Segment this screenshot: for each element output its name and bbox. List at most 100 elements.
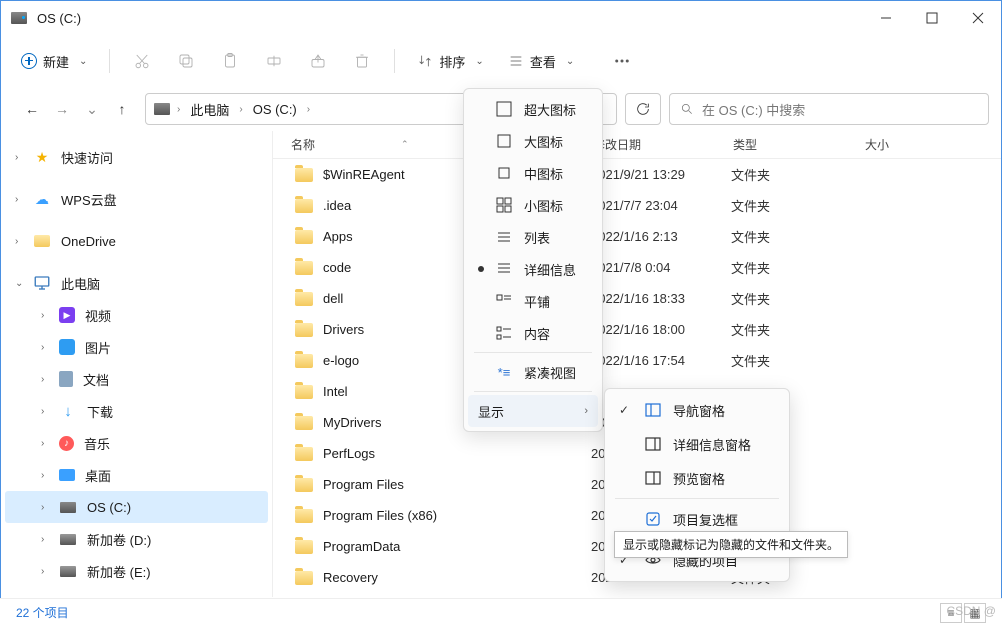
forward-button[interactable]: →: [53, 101, 71, 117]
breadcrumb-drive[interactable]: OS (C:): [250, 100, 300, 119]
col-date[interactable]: 修改日期: [593, 136, 733, 153]
chevron-right-icon[interactable]: ›: [15, 194, 27, 205]
chevron-down-icon[interactable]: ⌄: [15, 278, 27, 289]
table-row[interactable]: Drivers2022/1/16 18:00文件夹: [273, 314, 1001, 345]
more-button[interactable]: [602, 43, 642, 79]
file-type: 文件夹: [731, 320, 863, 339]
close-button[interactable]: [955, 1, 1001, 35]
delete-button[interactable]: [342, 43, 382, 79]
chevron-right-icon[interactable]: ›: [304, 104, 313, 115]
chevron-right-icon[interactable]: ›: [236, 104, 245, 115]
drive-icon: [154, 103, 170, 115]
file-date: 2022/1/16 17:54: [591, 353, 731, 368]
nav-pane-icon: [645, 402, 661, 418]
sidebar-item-os-c[interactable]: ›OS (C:): [5, 491, 268, 523]
pc-icon: [33, 274, 51, 292]
sidebar-item-this-pc[interactable]: ⌄ 此电脑: [1, 267, 272, 299]
desktop-icon: [59, 469, 75, 481]
menu-extra-large-icons[interactable]: 超大图标: [468, 93, 598, 125]
folder-icon: [295, 478, 313, 492]
watermark: CSDN @: [946, 604, 996, 618]
cut-button[interactable]: [122, 43, 162, 79]
breadcrumb-pc[interactable]: 此电脑: [187, 98, 232, 121]
share-button[interactable]: [298, 43, 338, 79]
paste-button[interactable]: [210, 43, 250, 79]
new-button[interactable]: 新建 ⌄: [11, 46, 97, 77]
search-input[interactable]: 在 OS (C:) 中搜索: [669, 93, 989, 125]
col-type[interactable]: 类型: [733, 136, 865, 153]
sidebar-item-videos[interactable]: ›▶视频: [1, 299, 272, 331]
details-pane-icon: [645, 436, 661, 452]
sidebar-item-music[interactable]: ›♪音乐: [1, 427, 272, 459]
menu-details-pane[interactable]: 详细信息窗格: [609, 427, 785, 461]
sort-caret-icon: ⌃: [401, 139, 409, 150]
file-type: 文件夹: [731, 258, 863, 277]
sidebar-item-documents[interactable]: ›文档: [1, 363, 272, 395]
col-size[interactable]: 大小: [865, 136, 1001, 153]
sidebar-item-desktop[interactable]: ›桌面: [1, 459, 272, 491]
view-button[interactable]: 查看 ⌄: [498, 46, 584, 77]
menu-nav-pane[interactable]: ✓导航窗格: [609, 393, 785, 427]
sidebar-item-pictures[interactable]: ›图片: [1, 331, 272, 363]
table-row[interactable]: Apps2022/1/16 2:13文件夹: [273, 221, 1001, 252]
chevron-right-icon[interactable]: ›: [15, 236, 27, 247]
chevron-down-icon: ⌄: [566, 56, 574, 67]
file-name: Program Files: [323, 477, 591, 492]
separator: [109, 49, 110, 73]
table-row[interactable]: .idea2021/7/7 23:04文件夹: [273, 190, 1001, 221]
picture-icon: [59, 339, 75, 355]
folder-icon: [295, 292, 313, 306]
table-row[interactable]: dell2022/1/16 18:33文件夹: [273, 283, 1001, 314]
rename-button[interactable]: [254, 43, 294, 79]
chevron-down-icon: ⌄: [475, 56, 483, 67]
drive-icon: [59, 530, 77, 548]
sidebar-item-new-vol-e[interactable]: ›新加卷 (E:): [1, 555, 272, 587]
file-type: 文件夹: [731, 196, 863, 215]
sidebar-item-onedrive[interactable]: › OneDrive: [1, 225, 272, 257]
up-button[interactable]: ↑: [113, 101, 131, 117]
back-button[interactable]: ←: [23, 101, 41, 117]
details-icon: [496, 261, 512, 277]
preview-pane-icon: [645, 470, 661, 486]
menu-compact-view[interactable]: *≡紧凑视图: [468, 356, 598, 388]
star-icon: ★: [33, 148, 51, 166]
sidebar-item-new-vol-d[interactable]: ›新加卷 (D:): [1, 523, 272, 555]
menu-tiles[interactable]: 平铺: [468, 285, 598, 317]
document-icon: [59, 371, 73, 387]
chevron-right-icon[interactable]: ›: [15, 152, 27, 163]
menu-large-icons[interactable]: 大图标: [468, 125, 598, 157]
sidebar-item-downloads[interactable]: ›↓下载: [1, 395, 272, 427]
chevron-right-icon[interactable]: ›: [174, 104, 183, 115]
maximize-button[interactable]: [909, 1, 955, 35]
folder-icon: [295, 509, 313, 523]
menu-small-icons[interactable]: 小图标: [468, 189, 598, 221]
medium-icon: [496, 165, 512, 181]
menu-content[interactable]: 内容: [468, 317, 598, 349]
file-type: 文件夹: [731, 227, 863, 246]
copy-button[interactable]: [166, 43, 206, 79]
table-row[interactable]: code2021/7/8 0:04文件夹: [273, 252, 1001, 283]
sidebar-item-wps-cloud[interactable]: › ☁ WPS云盘: [1, 183, 272, 215]
statusbar: 22 个项目 ≡ ▦: [0, 598, 1002, 626]
list-header: 名称⌃ 修改日期 类型 大小: [273, 131, 1001, 159]
sort-button[interactable]: 排序 ⌄: [407, 46, 493, 77]
toolbar: 新建 ⌄ 排序 ⌄ 查看 ⌄: [1, 35, 1001, 87]
refresh-button[interactable]: [625, 93, 661, 125]
minimize-button[interactable]: [863, 1, 909, 35]
file-type: 文件夹: [731, 351, 863, 370]
recent-button[interactable]: ⌄: [83, 101, 101, 118]
menu-list[interactable]: 列表: [468, 221, 598, 253]
menu-preview-pane[interactable]: 预览窗格: [609, 461, 785, 495]
chevron-down-icon: ⌄: [79, 56, 87, 67]
menu-show[interactable]: 显示›: [468, 395, 598, 427]
sidebar: › ★ 快速访问 › ☁ WPS云盘 › OneDrive ⌄ 此电脑 ›▶视频…: [1, 131, 273, 597]
table-row[interactable]: $WinREAgent2021/9/21 13:29文件夹: [273, 159, 1001, 190]
separator: [474, 391, 592, 392]
cloud-icon: ☁: [33, 190, 51, 208]
menu-details[interactable]: 详细信息: [468, 253, 598, 285]
file-date: 2022/1/16 18:00: [591, 322, 731, 337]
sidebar-item-quick-access[interactable]: › ★ 快速访问: [1, 141, 272, 173]
drive-icon: [11, 12, 27, 24]
menu-medium-icons[interactable]: 中图标: [468, 157, 598, 189]
table-row[interactable]: e-logo2022/1/16 17:54文件夹: [273, 345, 1001, 376]
